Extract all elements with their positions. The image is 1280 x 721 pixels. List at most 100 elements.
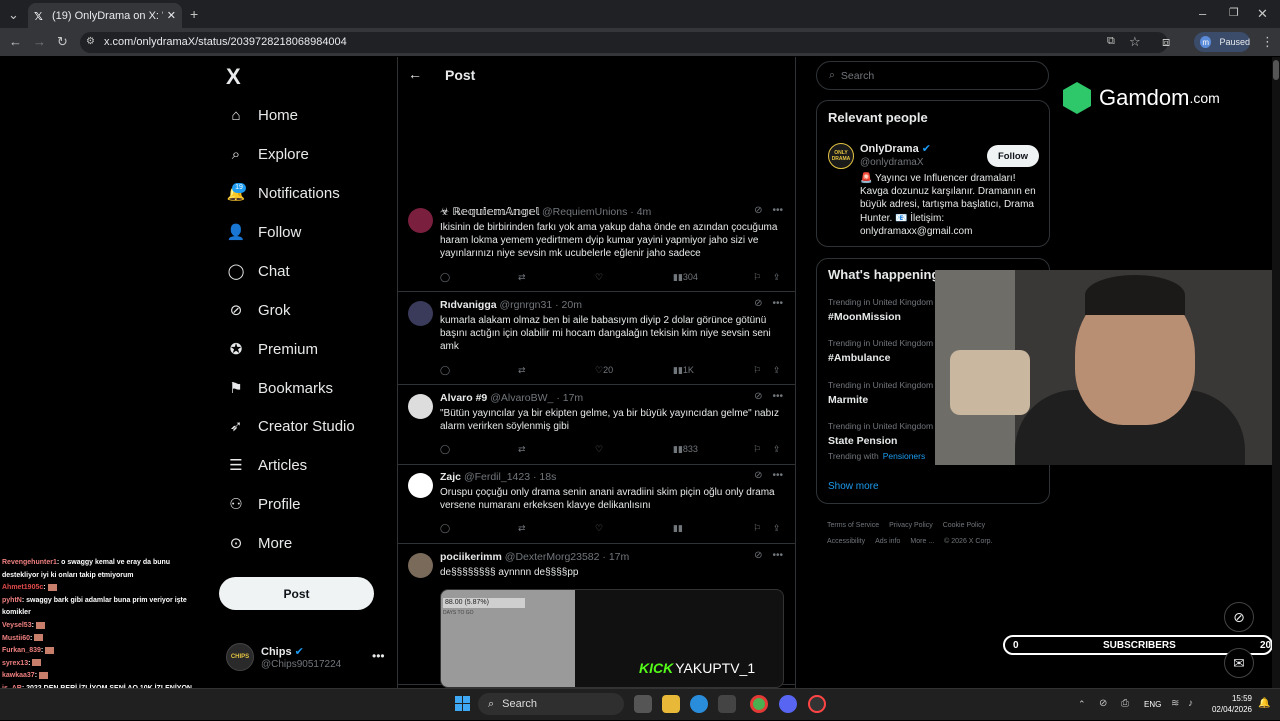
wifi-icon[interactable]: ≋ [1171, 698, 1179, 709]
nav-item-bookmarks[interactable]: ⚑ Bookmarks [226, 378, 333, 398]
more-icon[interactable]: ••• [772, 550, 783, 561]
views-icon[interactable]: ▮▮ 1K [673, 365, 694, 376]
tweet-options[interactable]: ⊘ ••• [754, 470, 783, 481]
avatar[interactable]: ONLY DRAMA [828, 143, 854, 169]
grok-icon[interactable]: ⊘ [754, 298, 762, 309]
tweet-media[interactable]: 88.00 (5.87%) DAYS TO GO KICK YAKUPTV_1 [440, 589, 784, 688]
tweet-options[interactable]: ⊘ ••• [754, 298, 783, 309]
tweet[interactable]: Rıdvanigga @rgnrgn31 · 20m ⊘ ••• kumarla al… [398, 293, 795, 385]
messages-float-icon[interactable]: ✉ [1224, 648, 1254, 678]
forward-icon[interactable]: → [33, 34, 46, 49]
nav-item-more[interactable]: ⊙ More [226, 533, 292, 553]
reply-icon[interactable]: ◯ [440, 272, 450, 283]
more-icon[interactable]: ••• [772, 205, 783, 216]
trend-name[interactable]: State Pension [828, 435, 897, 447]
more-icon[interactable]: ••• [772, 470, 783, 481]
trend-name[interactable]: #Ambulance [828, 352, 890, 364]
scrollbar[interactable] [1272, 57, 1280, 688]
restore-icon[interactable]: ❐ [1229, 6, 1239, 19]
bookmark-icon[interactable]: ⚐ [753, 444, 761, 455]
grok-icon[interactable]: ⊘ [754, 550, 762, 561]
footer-link[interactable]: Accessibility [827, 538, 865, 545]
store-icon[interactable] [718, 695, 736, 713]
task-view-icon[interactable] [634, 695, 652, 713]
network-off-icon[interactable]: ⊘ [1099, 698, 1107, 709]
language-indicator[interactable]: ENG [1144, 700, 1161, 709]
new-tab-icon[interactable]: + [190, 6, 198, 22]
reply-icon[interactable]: ◯ [440, 444, 450, 455]
install-app-icon[interactable]: ⧉ [1107, 35, 1115, 48]
show-more-link[interactable]: Show more [828, 481, 879, 492]
tray-chevron-icon[interactable]: ⌃ [1078, 699, 1086, 710]
more-icon[interactable]: ••• [772, 298, 783, 309]
like-icon[interactable]: ♡ [595, 444, 603, 455]
retweet-icon[interactable]: ⇄ [518, 523, 526, 534]
more-icon[interactable]: ••• [372, 649, 385, 663]
chrome-menu-icon[interactable]: ⋮ [1261, 34, 1274, 50]
tweet[interactable]: Zajc @Ferdil_1423 · 18s ⊘ ••• Oruspu çoçuğu… [398, 465, 795, 544]
share-icon[interactable]: ⇪ [773, 365, 781, 376]
footer-link[interactable]: Terms of Service [827, 522, 879, 529]
close-tab-icon[interactable]: ✕ [167, 9, 176, 22]
like-icon[interactable]: ♡ 20 [595, 365, 613, 376]
volume-icon[interactable]: ♪ [1188, 698, 1193, 709]
notification-center-icon[interactable]: 🔔 [1258, 698, 1270, 709]
file-explorer-icon[interactable] [662, 695, 680, 713]
obs-icon[interactable] [808, 695, 826, 713]
reply-icon[interactable]: ◯ [440, 523, 450, 534]
account-switcher[interactable]: CHIPS Chips ✔ @Chips90517224 ••• [226, 643, 386, 675]
url-text[interactable]: x.com/onlydramaX/status/2039728218068984… [104, 36, 347, 48]
nav-item-grok[interactable]: ⊘ Grok [226, 300, 291, 320]
views-icon[interactable]: ▮▮ 833 [673, 444, 698, 455]
tweet-options[interactable]: ⊘ ••• [754, 205, 783, 216]
search-input[interactable]: ⌕ Search [816, 61, 1049, 90]
avatar[interactable] [408, 208, 433, 233]
discord-icon[interactable] [779, 695, 797, 713]
grok-float-icon[interactable]: ⊘ [1224, 602, 1254, 632]
more-icon[interactable]: ••• [772, 391, 783, 402]
retweet-icon[interactable]: ⇄ [518, 444, 526, 455]
share-icon[interactable]: ⇪ [773, 272, 781, 283]
extensions-icon[interactable]: ⧈ [1162, 34, 1170, 50]
grok-icon[interactable]: ⊘ [754, 205, 762, 216]
bookmark-star-icon[interactable]: ☆ [1129, 34, 1141, 50]
nav-item-home[interactable]: ⌂ Home [226, 105, 298, 125]
nav-item-profile[interactable]: ⚇ Profile [226, 494, 300, 514]
avatar[interactable] [408, 301, 433, 326]
system-clock[interactable]: 15:59 02/04/2026 [1210, 693, 1252, 715]
window-close-icon[interactable]: ✕ [1257, 6, 1268, 22]
tweet[interactable]: ☣ ℝ𝕖𝕢𝕦𝕚𝕖𝕞𝔸𝕟𝕘𝕖𝕝 @RequiemUnions · 4m ⊘ ••• Ik… [398, 200, 795, 292]
reload-icon[interactable]: ↻ [57, 34, 68, 50]
bookmark-icon[interactable]: ⚐ [753, 365, 761, 376]
share-icon[interactable]: ⇪ [773, 523, 781, 534]
views-icon[interactable]: ▮▮ 304 [673, 272, 698, 283]
like-icon[interactable]: ♡ [595, 272, 603, 283]
windows-start-icon[interactable] [455, 696, 471, 712]
grok-icon[interactable]: ⊘ [754, 470, 762, 481]
trend-name[interactable]: Marmite [828, 394, 868, 406]
grok-icon[interactable]: ⊘ [754, 391, 762, 402]
tweet-options[interactable]: ⊘ ••• [754, 391, 783, 402]
nav-item-creator-studio[interactable]: ➶ Creator Studio [226, 416, 355, 436]
edge-icon[interactable] [690, 695, 708, 713]
trend-name[interactable]: #MoonMission [828, 311, 901, 323]
footer-link[interactable]: © 2026 X Corp. [944, 538, 992, 545]
bookmark-icon[interactable]: ⚐ [753, 523, 761, 534]
avatar[interactable] [408, 553, 433, 578]
follow-button[interactable]: Follow [987, 145, 1039, 167]
like-icon[interactable]: ♡ [595, 523, 603, 534]
nav-item-articles[interactable]: ☰ Articles [226, 455, 307, 475]
footer-link[interactable]: Privacy Policy [889, 522, 933, 529]
nav-item-explore[interactable]: ⌕ Explore [226, 144, 309, 164]
retweet-icon[interactable]: ⇄ [518, 365, 526, 376]
retweet-icon[interactable]: ⇄ [518, 272, 526, 283]
taskbar-search[interactable]: ⌕ Search [478, 693, 624, 715]
chrome-icon[interactable] [750, 695, 768, 713]
tweet-options[interactable]: ⊘ ••• [754, 550, 783, 561]
avatar[interactable] [408, 394, 433, 419]
footer-link[interactable]: Cookie Policy [943, 522, 985, 529]
share-icon[interactable]: ⇪ [773, 444, 781, 455]
trending-with-link[interactable]: Pensioners [883, 451, 926, 461]
microphone-icon[interactable]: ⎙ [1121, 698, 1129, 709]
site-info-icon[interactable]: ⚙ [86, 36, 95, 47]
